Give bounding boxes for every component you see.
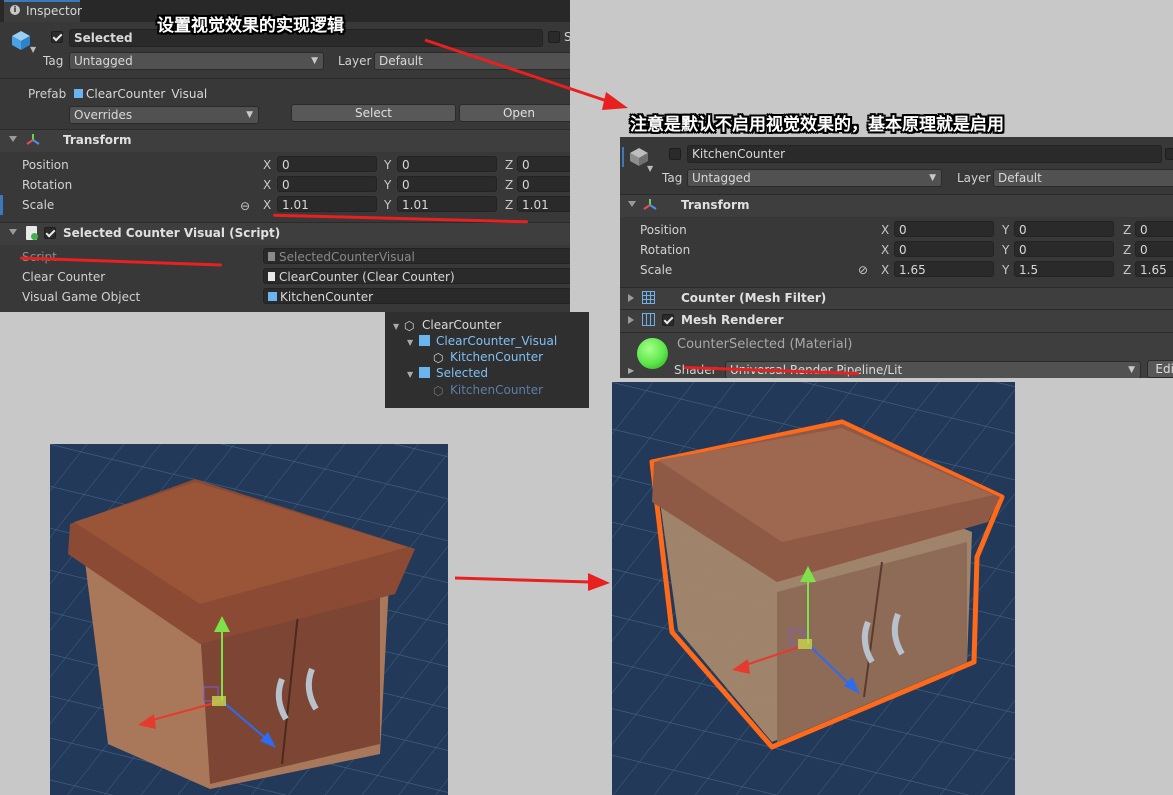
annotation-right: 注意是默认不启用视觉效果的，基本原理就是启用	[630, 115, 1004, 135]
annotation-top: 设置视觉效果的实现逻辑	[157, 16, 344, 36]
